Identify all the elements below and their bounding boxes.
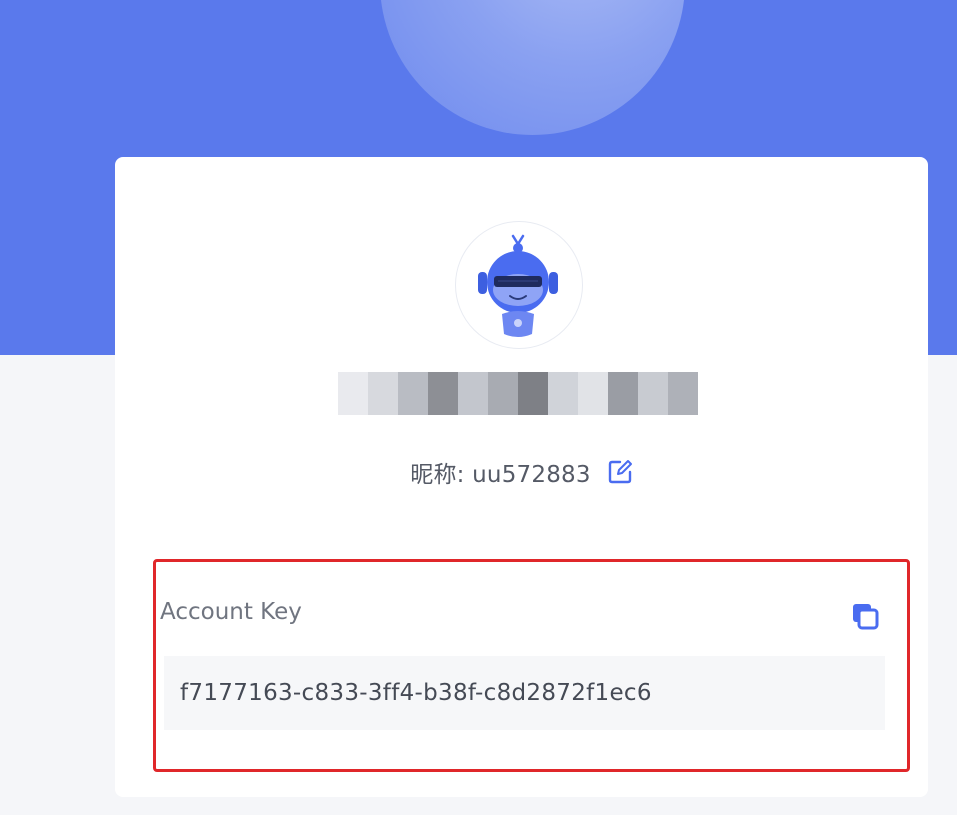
mask-cell (608, 372, 638, 415)
mask-cell (338, 372, 368, 415)
mask-cell (398, 372, 428, 415)
edit-pencil-icon[interactable] (607, 459, 633, 485)
mask-cell (368, 372, 398, 415)
mask-cell (548, 372, 578, 415)
robot-avatar-icon (478, 234, 558, 337)
mask-cell (668, 372, 698, 415)
account-key-label: Account Key (160, 599, 302, 625)
mask-cell (428, 372, 458, 415)
banner-decorative-circle (380, 0, 685, 135)
user-avatar (455, 221, 583, 349)
mask-cell (488, 372, 518, 415)
copy-icon[interactable] (850, 601, 880, 631)
account-key-value-field[interactable]: f7177163-c833-3ff4-b38f-c8d2872f1ec6 (164, 656, 885, 730)
mask-cell (458, 372, 488, 415)
mask-cell (518, 372, 548, 415)
nickname-label: 昵称: uu572883 (410, 462, 591, 488)
nickname-row: 昵称: uu572883 (115, 454, 928, 490)
mask-cell (578, 372, 608, 415)
mask-cell (638, 372, 668, 415)
masked-username (338, 372, 698, 415)
